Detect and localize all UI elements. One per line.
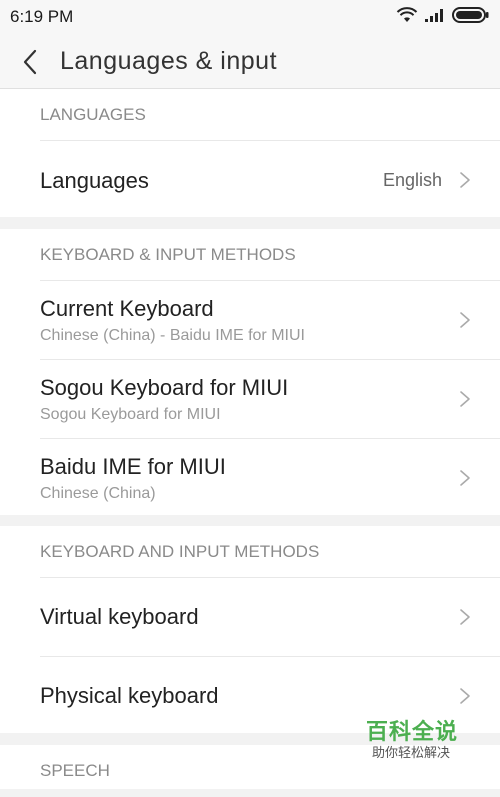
section-header-languages: LANGUAGES bbox=[40, 89, 500, 141]
row-subtitle: Sogou Keyboard for MIUI bbox=[40, 406, 221, 423]
chevron-right-icon bbox=[460, 609, 470, 625]
row-subtitle: Chinese (China) bbox=[40, 485, 156, 502]
signal-icon bbox=[424, 7, 446, 28]
title-bar: Languages & input bbox=[0, 36, 500, 89]
row-title: Sogou Keyboard for MIUI bbox=[40, 375, 289, 400]
status-bar: 6:19 PM bbox=[0, 0, 500, 36]
page-title: Languages & input bbox=[60, 47, 278, 75]
status-time: 6:19 PM bbox=[10, 7, 74, 26]
row-title: Virtual keyboard bbox=[40, 604, 199, 629]
chevron-right-icon bbox=[460, 470, 470, 486]
chevron-right-icon bbox=[460, 172, 470, 188]
sogou-keyboard-row[interactable]: Sogou Keyboard for MIUI Sogou Keyboard f… bbox=[40, 360, 500, 439]
watermark-sub-text: 助你轻松解决 bbox=[372, 745, 451, 760]
section-keyboard-and-input-methods: KEYBOARD AND INPUT METHODS Virtual keybo… bbox=[0, 526, 500, 733]
wifi-icon bbox=[396, 6, 418, 28]
row-title: Current Keyboard bbox=[40, 296, 214, 321]
section-header-keyboard-input: KEYBOARD & INPUT METHODS bbox=[40, 229, 500, 281]
section-languages: LANGUAGES Languages English bbox=[0, 89, 500, 217]
chevron-right-icon bbox=[460, 391, 470, 407]
chevron-left-icon bbox=[23, 49, 37, 75]
languages-row[interactable]: Languages English bbox=[40, 141, 500, 217]
row-value: English bbox=[382, 170, 442, 190]
section-keyboard-input-methods: KEYBOARD & INPUT METHODS Current Keyboar… bbox=[0, 229, 500, 515]
status-icons bbox=[396, 6, 490, 29]
row-subtitle: Chinese (China) - Baidu IME for MIUI bbox=[40, 327, 305, 344]
row-title: Languages bbox=[40, 168, 149, 193]
chevron-right-icon bbox=[460, 312, 470, 328]
back-button[interactable] bbox=[14, 46, 46, 78]
virtual-keyboard-row[interactable]: Virtual keyboard bbox=[40, 578, 500, 657]
row-title: Baidu IME for MIUI bbox=[40, 454, 226, 479]
battery-icon bbox=[452, 6, 490, 29]
row-title: Physical keyboard bbox=[40, 683, 219, 708]
current-keyboard-row[interactable]: Current Keyboard Chinese (China) - Baidu… bbox=[40, 281, 500, 360]
chevron-right-icon bbox=[460, 688, 470, 704]
watermark-logo: 百科全说 助你轻松解决 bbox=[350, 710, 470, 762]
baidu-ime-row[interactable]: Baidu IME for MIUI Chinese (China) bbox=[40, 439, 500, 515]
section-header-keyboard-and-input: KEYBOARD AND INPUT METHODS bbox=[40, 526, 500, 578]
